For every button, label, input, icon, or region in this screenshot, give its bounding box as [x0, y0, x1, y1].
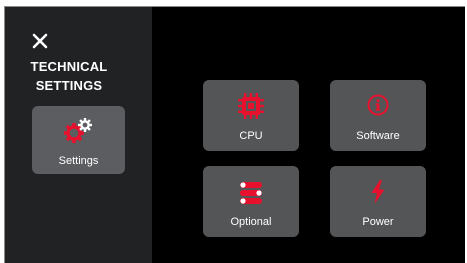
power-tile[interactable]: Power	[330, 166, 426, 237]
cpu-tile-label: CPU	[239, 130, 263, 142]
lightning-bolt-icon	[371, 180, 385, 204]
settings-button[interactable]: Settings	[32, 106, 125, 174]
list-toggle-icon	[240, 182, 262, 204]
optional-tile[interactable]: Optional	[203, 166, 299, 237]
sidebar-title: TECHNICAL SETTINGS	[30, 59, 108, 93]
power-tile-label: Power	[362, 216, 394, 228]
cpu-chip-icon	[238, 93, 264, 119]
app-window: TECHNICAL SETTINGS Settings CPU Software…	[4, 6, 465, 263]
software-tile[interactable]: Software	[330, 80, 426, 151]
cpu-tile[interactable]: CPU	[203, 80, 299, 151]
close-button[interactable]	[32, 33, 48, 49]
settings-button-label: Settings	[58, 155, 99, 167]
optional-tile-label: Optional	[230, 216, 272, 228]
close-icon	[32, 33, 48, 49]
gear-icon	[64, 118, 92, 143]
software-tile-label: Software	[356, 130, 400, 142]
sidebar: TECHNICAL SETTINGS Settings	[5, 7, 152, 263]
info-icon	[367, 94, 389, 116]
